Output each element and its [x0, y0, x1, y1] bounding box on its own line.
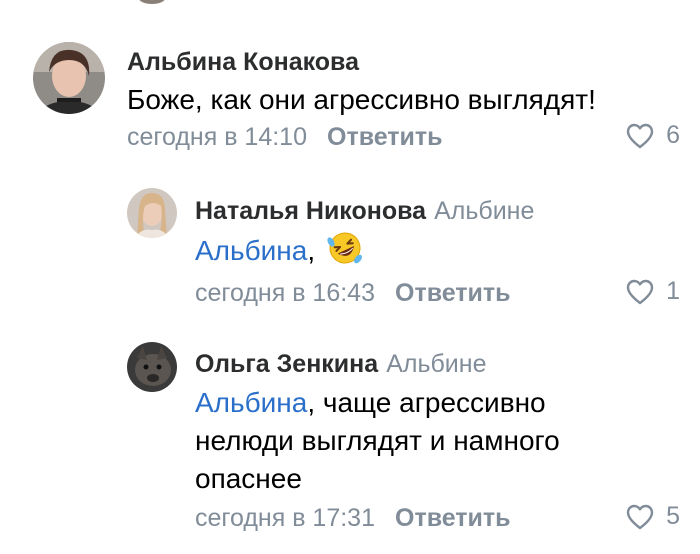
comment-time: сегодня в 17:31	[195, 504, 375, 532]
heart-icon[interactable]	[626, 279, 654, 305]
comment-time: сегодня в 16:43	[195, 279, 375, 307]
author-name[interactable]: Наталья Никонова	[195, 197, 426, 225]
comment-meta: сегодня в 17:31 Ответить	[195, 504, 511, 533]
comment-meta: сегодня в 14:10 Ответить	[127, 123, 443, 152]
like-control[interactable]: 1	[626, 277, 680, 306]
reply-button[interactable]: Ответить	[327, 123, 443, 151]
comment-time: сегодня в 14:10	[127, 123, 307, 151]
reply-to-label[interactable]: Альбине	[434, 197, 534, 225]
heart-icon[interactable]	[626, 123, 654, 149]
heart-icon[interactable]	[626, 504, 654, 530]
like-count: 6	[666, 121, 680, 149]
avatar[interactable]	[127, 342, 177, 392]
comment-author: Наталья Никонова Альбине	[195, 197, 534, 226]
comment-text-rest: ,	[307, 235, 316, 266]
reply-button[interactable]: Ответить	[395, 279, 511, 307]
like-count: 1	[666, 277, 680, 305]
previous-comment-avatar-edge	[138, 0, 166, 4]
comment-author[interactable]: Альбина Конакова	[127, 48, 359, 77]
comment-text: Альбина, чаще агрессивно нелюди выглядят…	[195, 384, 560, 498]
comment-text-line-1: Альбина, чаще агрессивно	[195, 384, 560, 422]
comment-text-line-3: опаснее	[195, 463, 302, 494]
comment-meta: сегодня в 16:43 Ответить	[195, 279, 511, 308]
author-name[interactable]: Ольга Зенкина	[195, 350, 378, 378]
reply-button[interactable]: Ответить	[395, 504, 511, 532]
comment-author: Ольга Зенкина Альбине	[195, 350, 486, 379]
like-control[interactable]: 5	[626, 502, 680, 531]
comment-text: Боже, как они агрессивно выглядят!	[127, 84, 596, 115]
comment-text-rest: , чаще агрессивно	[307, 387, 546, 418]
avatar[interactable]	[33, 42, 105, 114]
like-count: 5	[666, 502, 680, 530]
reply-to-label[interactable]: Альбине	[386, 350, 486, 378]
avatar[interactable]	[127, 188, 177, 238]
comment-text: Альбина,	[195, 230, 363, 276]
mention-link[interactable]: Альбина	[195, 387, 307, 418]
comment-text-line-2: нелюди выглядят и намного	[195, 425, 560, 456]
mention-link[interactable]: Альбина	[195, 235, 307, 266]
like-control[interactable]: 6	[626, 121, 680, 150]
rolling-on-floor-laughing-emoji-icon	[327, 230, 363, 276]
